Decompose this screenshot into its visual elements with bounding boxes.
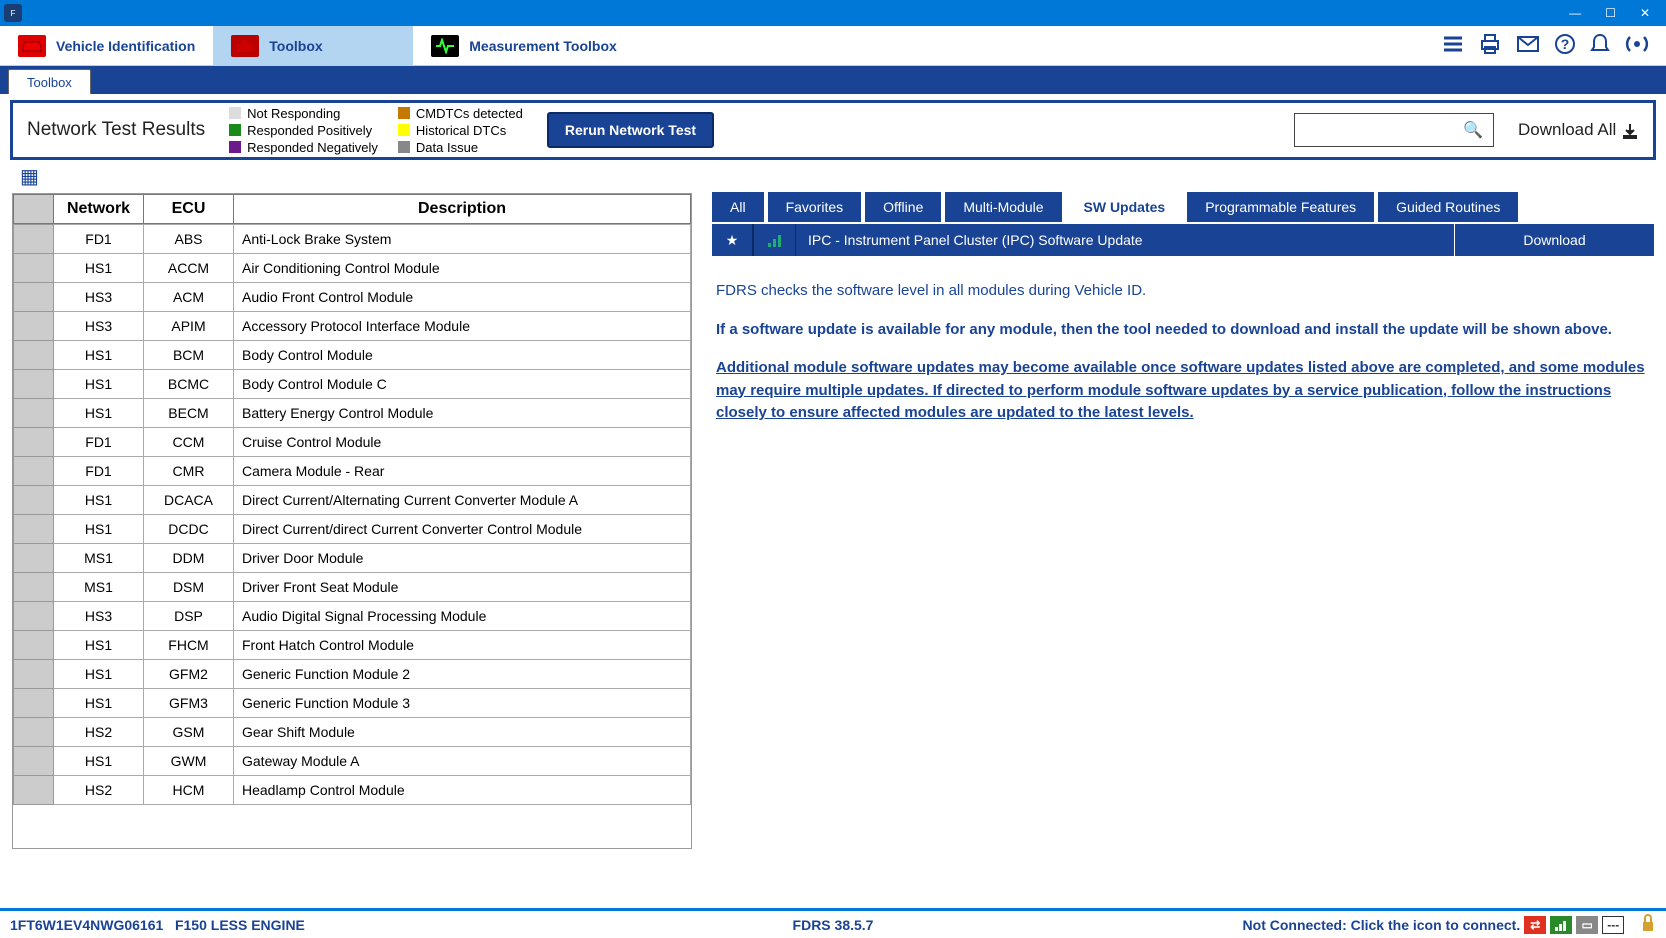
table-row[interactable]: HS1ACCMAir Conditioning Control Module xyxy=(14,254,691,283)
waveform-icon xyxy=(431,35,459,57)
rerun-network-test-button[interactable]: Rerun Network Test xyxy=(547,112,714,148)
legend: Not Responding CMDTCs detected Responded… xyxy=(229,106,523,155)
car-icon xyxy=(18,35,46,57)
tab-vehicle-identification[interactable]: Vehicle Identification xyxy=(0,26,213,65)
network-test-title: Network Test Results xyxy=(27,119,205,141)
info-line2: If a software update is available for an… xyxy=(716,319,1650,342)
info-panel: FDRS checks the software level in all mo… xyxy=(712,256,1654,425)
info-line1: FDRS checks the software level in all mo… xyxy=(716,280,1650,303)
col-network[interactable]: Network xyxy=(54,195,144,224)
table-row[interactable]: MS1DDMDriver Door Module xyxy=(14,544,691,573)
filter-all[interactable]: All xyxy=(712,192,764,222)
download-all-button[interactable]: Download All xyxy=(1518,120,1639,140)
table-row[interactable]: HS3ACMAudio Front Control Module xyxy=(14,283,691,312)
close-button[interactable]: ✕ xyxy=(1640,6,1650,20)
tab-label: Toolbox xyxy=(269,38,322,54)
table-row[interactable]: MS1DSMDriver Front Seat Module xyxy=(14,573,691,602)
filter-sw-updates[interactable]: SW Updates xyxy=(1066,192,1184,222)
filter-offline[interactable]: Offline xyxy=(865,192,941,222)
main-tab-bar: Vehicle Identification Toolbox Measureme… xyxy=(0,26,1666,66)
filter-favorites[interactable]: Favorites xyxy=(768,192,862,222)
info-line3: Additional module software updates may b… xyxy=(716,357,1650,425)
table-row[interactable]: FD1ABSAnti-Lock Brake System xyxy=(14,225,691,254)
status-vin: 1FT6W1EV4NWG06161 xyxy=(10,917,163,933)
download-button[interactable]: Download xyxy=(1454,224,1654,256)
update-row: ★ IPC - Instrument Panel Cluster (IPC) S… xyxy=(712,224,1654,256)
app-icon: F xyxy=(4,4,22,22)
col-description[interactable]: Description xyxy=(234,195,691,224)
table-row[interactable]: FD1CMRCamera Module - Rear xyxy=(14,457,691,486)
table-row[interactable]: HS1BCMCBody Control Module C xyxy=(14,370,691,399)
table-scroll[interactable]: FD1ABSAnti-Lock Brake SystemHS1ACCMAir C… xyxy=(13,224,691,839)
filter-guided-routines[interactable]: Guided Routines xyxy=(1378,192,1518,222)
grid-view-icon[interactable]: ▦ xyxy=(12,164,692,189)
table-row[interactable]: HS3DSPAudio Digital Signal Processing Mo… xyxy=(14,602,691,631)
svg-text:?: ? xyxy=(1561,36,1570,52)
table-row[interactable]: HS1GFM2Generic Function Module 2 xyxy=(14,660,691,689)
subtab-toolbox[interactable]: Toolbox xyxy=(8,69,91,94)
status-bar: 1FT6W1EV4NWG06161 F150 LESS ENGINE FDRS … xyxy=(0,908,1666,938)
minimize-button[interactable]: — xyxy=(1569,6,1581,20)
tab-toolbox[interactable]: Toolbox xyxy=(213,26,413,65)
connection-red-icon[interactable]: ⇄ xyxy=(1524,916,1546,934)
mail-icon[interactable] xyxy=(1516,35,1540,56)
filter-multi-module[interactable]: Multi-Module xyxy=(945,192,1061,222)
table-row[interactable]: HS2HCMHeadlamp Control Module xyxy=(14,776,691,805)
status-connection: Not Connected: Click the icon to connect… xyxy=(1243,917,1521,933)
update-name[interactable]: IPC - Instrument Panel Cluster (IPC) Sof… xyxy=(796,224,1454,256)
toolbox-icon xyxy=(231,35,259,57)
table-row[interactable]: FD1CCMCruise Control Module xyxy=(14,428,691,457)
filter-tabs: All Favorites Offline Multi-Module SW Up… xyxy=(712,192,1654,222)
table-row[interactable]: HS1BECMBattery Energy Control Module xyxy=(14,399,691,428)
broadcast-icon[interactable] xyxy=(1624,33,1650,58)
bell-icon[interactable] xyxy=(1590,33,1610,58)
search-icon: 🔍 xyxy=(1463,120,1483,140)
search-input[interactable]: 🔍 xyxy=(1294,113,1494,147)
table-row[interactable]: HS3APIMAccessory Protocol Interface Modu… xyxy=(14,312,691,341)
network-test-bar: Network Test Results Not Responding CMDT… xyxy=(10,100,1656,160)
table-row[interactable]: HS1DCACADirect Current/Alternating Curre… xyxy=(14,486,691,515)
connection-dash-icon[interactable]: --- xyxy=(1602,916,1624,934)
col-ecu[interactable]: ECU xyxy=(144,195,234,224)
status-version: FDRS 38.5.7 xyxy=(793,917,874,933)
filter-programmable-features[interactable]: Programmable Features xyxy=(1187,192,1374,222)
table-row[interactable]: HS1GWMGateway Module A xyxy=(14,747,691,776)
table-row[interactable]: HS1DCDCDirect Current/direct Current Con… xyxy=(14,515,691,544)
connection-grey-icon[interactable]: ▭ xyxy=(1576,916,1598,934)
table-row[interactable]: HS1FHCMFront Hatch Control Module xyxy=(14,631,691,660)
maximize-button[interactable]: ☐ xyxy=(1605,6,1616,20)
table-row[interactable]: HS1BCMBody Control Module xyxy=(14,341,691,370)
connection-green-icon[interactable] xyxy=(1550,916,1572,934)
table-row[interactable]: HS1GFM3Generic Function Module 3 xyxy=(14,689,691,718)
lock-icon[interactable] xyxy=(1640,913,1656,936)
menu-icon[interactable] xyxy=(1442,35,1464,56)
status-vehicle: F150 LESS ENGINE xyxy=(175,917,305,933)
favorite-star-icon[interactable]: ★ xyxy=(712,224,754,256)
module-table: Network ECU Description FD1ABSAnti-Lock … xyxy=(12,193,692,849)
tab-label: Measurement Toolbox xyxy=(469,38,617,54)
help-icon[interactable]: ? xyxy=(1554,33,1576,58)
sub-tab-bar: Toolbox xyxy=(0,66,1666,94)
printer-icon[interactable] xyxy=(1478,33,1502,58)
window-titlebar: F — ☐ ✕ xyxy=(0,0,1666,26)
signal-icon xyxy=(754,224,796,256)
tab-measurement-toolbox[interactable]: Measurement Toolbox xyxy=(413,26,635,65)
table-row[interactable]: HS2GSMGear Shift Module xyxy=(14,718,691,747)
tab-label: Vehicle Identification xyxy=(56,38,195,54)
